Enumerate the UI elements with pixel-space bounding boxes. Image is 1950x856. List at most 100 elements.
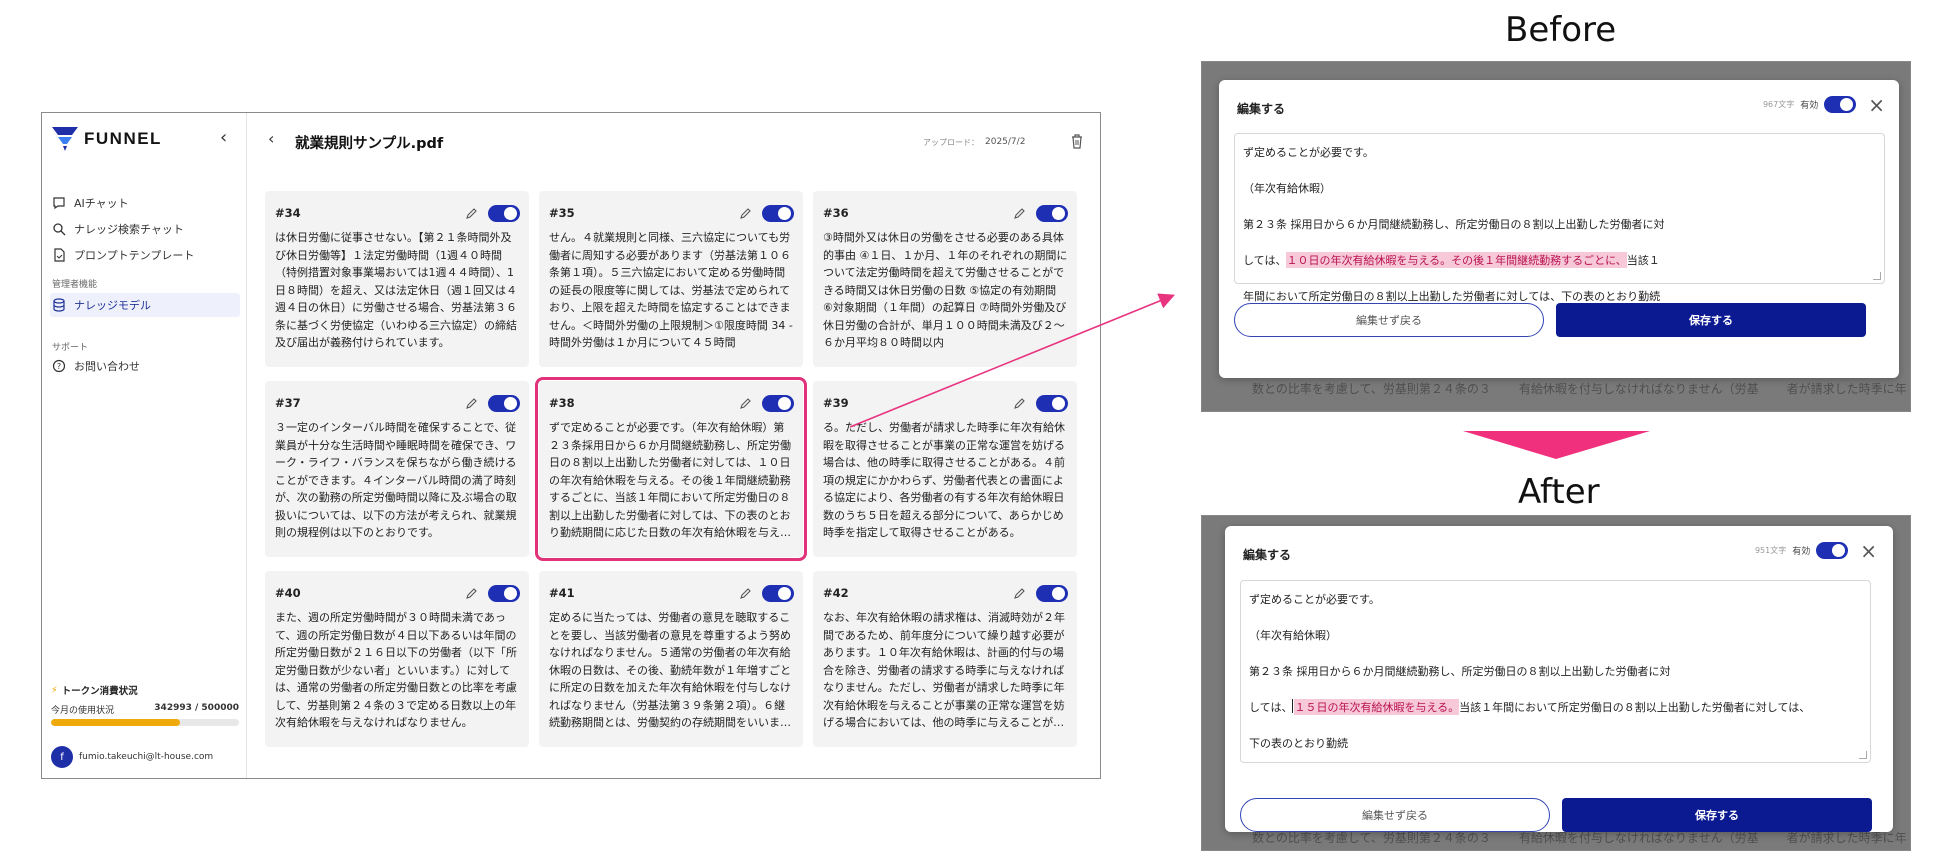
card-toggle[interactable] [488, 204, 520, 222]
after-heading: After [1518, 472, 1600, 512]
line-text: 下の表のとおり勤続 [1249, 737, 1348, 750]
textarea-line: ず定めることが必要です。 [1243, 144, 1876, 180]
line-text: 年間において所定労働日の８割以上出勤した労働者に対しては、下の表のとおり勤続 [1243, 290, 1661, 303]
edit-modal: 編集する 967文字 有効 × ず定めることが必要です。 （年次有給休暇） 第２３条… [1219, 80, 1899, 378]
pencil-icon[interactable] [466, 587, 478, 599]
brand-logo[interactable]: FUNNEL [52, 127, 162, 151]
upload-info: アップロード： 2025/7/2 [923, 137, 1025, 148]
sidebar-item-label: AIチャット [74, 197, 129, 210]
valid-toggle[interactable] [1824, 96, 1857, 113]
token-usage: ⚡ トークン消費状況 今月の使用状況 342993 / 500000 [51, 683, 239, 726]
knowledge-card[interactable]: #35 せん。４就業規則と同様、三六協定についても労働者に周知する必要があります（… [539, 191, 803, 367]
card-header: #35 [549, 203, 794, 223]
knowledge-card[interactable]: #39 る。ただし、労働者が請求した時季に年次有給休暇を取得させることが事業の正常… [813, 381, 1077, 557]
user-account[interactable]: f fumio.takeuchi@lt-house.com [51, 746, 213, 768]
pencil-icon[interactable] [1014, 587, 1026, 599]
token-progress-fill [51, 719, 180, 726]
pencil-icon[interactable] [740, 587, 752, 599]
sidebar-item-knowledge-model[interactable]: ナレッジモデル [50, 293, 240, 317]
card-number: #41 [549, 586, 575, 600]
token-usage-row: 今月の使用状況 342993 / 500000 [51, 703, 239, 716]
sidebar-item-contact[interactable]: ? お問い合わせ [50, 354, 240, 378]
knowledge-card[interactable]: #40 また、週の所定労働時間が３０時間未満であって、週の所定労働日数が４日以下あ… [265, 571, 529, 747]
line-text: 第２３条 採用日から６か月間継続勤務し、所定労働日の８割以上出勤した労働者に対 [1249, 665, 1671, 678]
cancel-button[interactable]: 編集せず戻る [1240, 798, 1550, 832]
card-number: #36 [823, 206, 849, 220]
token-usage-title: ⚡ トークン消費状況 [51, 683, 239, 698]
pencil-icon[interactable] [1014, 207, 1026, 219]
card-toggle[interactable] [1036, 584, 1068, 602]
textarea-line: 下の表のとおり勤続 [1249, 735, 1862, 771]
pencil-icon[interactable] [466, 397, 478, 409]
card-toggle[interactable] [762, 394, 794, 412]
card-tools [740, 394, 794, 412]
help-icon: ? [52, 359, 66, 373]
modal-meta: 967文字 有効 × [1762, 95, 1885, 115]
pencil-icon[interactable] [466, 207, 478, 219]
token-usage-value: 342993 / 500000 [154, 703, 239, 713]
sidebar-item-knowledge-search[interactable]: ナレッジ検索チャット [50, 217, 240, 241]
trash-icon[interactable] [1070, 133, 1084, 149]
card-header: #42 [823, 583, 1068, 603]
sidebar-item-label: お問い合わせ [74, 360, 140, 373]
card-tools [740, 204, 794, 222]
resize-handle[interactable] [1873, 272, 1881, 280]
card-text: は休日労働に従事させない。【第２１条時間外及び休日労働等】１法定労働時間（1週４… [275, 231, 517, 349]
line-text: しては、 [1243, 254, 1287, 267]
textarea-line: 第２３条 採用日から６か月間継続勤務し、所定労働日の８割以上出勤した労働者に対 [1243, 216, 1876, 252]
card-tools [466, 204, 520, 222]
avatar: f [51, 746, 73, 768]
document-icon [54, 248, 65, 262]
brand-name: FUNNEL [84, 129, 162, 148]
card-toggle[interactable] [762, 204, 794, 222]
textarea-line: しては、 １０日の年次有給休暇を与える。その後１年間継続勤務するごとに、 当該１ [1243, 252, 1876, 288]
card-text: また、週の所定労働時間が３０時間未満であって、週の所定労働日数が４日以下あるいは… [275, 611, 517, 729]
save-button[interactable]: 保存する [1562, 798, 1872, 832]
card-toggle[interactable] [488, 394, 520, 412]
before-bg-text: 数との比率を考慮して、労基則第２４条の３ 有給休暇を付与しなければなりません（労… [1202, 380, 1910, 397]
page-title: 就業規則サンプル.pdf [295, 136, 444, 152]
sidebar-item-ai-chat[interactable]: AIチャット [50, 191, 240, 215]
back-arrow-icon[interactable]: ‹ [268, 129, 274, 148]
knowledge-card[interactable]: #34 は休日労働に従事させない。【第２１条時間外及び休日労働等】１法定労働時間（… [265, 191, 529, 367]
knowledge-card[interactable]: #42 なお、年次有給休暇の請求権は、消滅時効が２年間であるため、前年度分について… [813, 571, 1077, 747]
modal-title: 編集する [1243, 548, 1292, 562]
funnel-logo-icon [52, 127, 78, 151]
modal-title: 編集する [1237, 102, 1286, 116]
knowledge-card[interactable]: #38 ずで定めることが必要です。（年次有給休暇）第２３条採用日から６か月間継続勤… [535, 377, 807, 561]
card-tools [1014, 584, 1068, 602]
card-toggle[interactable] [488, 584, 520, 602]
content-textarea[interactable]: ず定めることが必要です。 （年次有給休暇） 第２３条 採用日から６か月間継続勤務し、… [1240, 580, 1871, 763]
upload-date: 2025/7/2 [985, 137, 1026, 147]
knowledge-card[interactable]: #36 ③時間外又は休日の労働をさせる必要のある具体的事由 ④１日、１か月、１年の… [813, 191, 1077, 367]
pencil-icon[interactable] [1014, 397, 1026, 409]
sidebar-item-prompt-template[interactable]: プロンプトテンプレート [50, 243, 240, 267]
cancel-button[interactable]: 編集せず戻る [1234, 303, 1544, 337]
card-toggle[interactable] [1036, 204, 1068, 222]
valid-toggle[interactable] [1816, 542, 1849, 559]
close-icon[interactable]: × [1868, 95, 1885, 115]
knowledge-card[interactable]: #41 定めるに当たっては、労働者の意見を聴取することを要し、当該労働者の意見を尊… [539, 571, 803, 747]
pencil-icon[interactable] [740, 207, 752, 219]
highlighted-text: １０日の年次有給休暇を与える。その後１年間継続勤務するごとに、 [1286, 252, 1627, 268]
chat-icon [53, 197, 65, 210]
card-tools [466, 394, 520, 412]
main-content: ‹ 就業規則サンプル.pdf アップロード： 2025/7/2 #34 は休日労働… [248, 113, 1100, 778]
resize-handle[interactable] [1859, 751, 1867, 759]
card-tools [466, 584, 520, 602]
save-button[interactable]: 保存する [1556, 303, 1866, 337]
sidebar-section-admin: 管理者機能 [52, 280, 98, 290]
char-count: 967文字 [1762, 100, 1795, 109]
token-month-label: 今月の使用状況 [51, 706, 115, 716]
close-icon[interactable]: × [1860, 541, 1877, 561]
card-toggle[interactable] [762, 584, 794, 602]
card-toggle[interactable] [1036, 394, 1068, 412]
content-textarea[interactable]: ず定めることが必要です。 （年次有給休暇） 第２３条 採用日から６か月間継続勤務し、… [1234, 133, 1885, 303]
pencil-icon[interactable] [740, 397, 752, 409]
chevron-left-icon[interactable]: ‹ [220, 127, 227, 148]
before-heading: Before [1505, 10, 1617, 50]
bg-snippet: 有給休暇を付与しなければなりません（労基 [1518, 382, 1759, 396]
lightning-icon: ⚡ [51, 684, 58, 696]
knowledge-card[interactable]: #37 ３一定のインターバル時間を確保することで、従業員が十分な生活時間や睡眠時間… [265, 381, 529, 557]
card-header: #39 [823, 393, 1068, 413]
